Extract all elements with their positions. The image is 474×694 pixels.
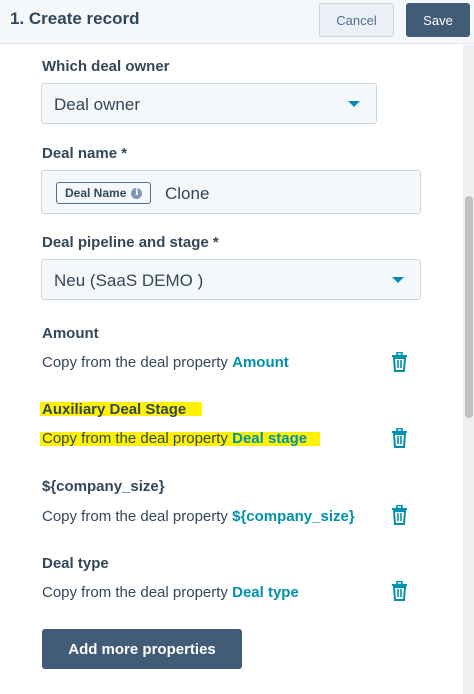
- token-label: Deal Name: [65, 186, 127, 200]
- trash-icon[interactable]: [391, 581, 408, 601]
- pipeline-label: Deal pipeline and stage *: [42, 234, 219, 251]
- save-button[interactable]: Save: [406, 3, 470, 37]
- panel-header: 1. Create record Cancel Save: [0, 0, 474, 44]
- property-label: Amount: [42, 325, 99, 342]
- scrollbar-thumb[interactable]: [465, 196, 473, 418]
- deal-owner-select[interactable]: Deal owner: [41, 83, 377, 124]
- property-source-link[interactable]: Deal stage: [232, 430, 307, 447]
- copy-prefix: Copy from the deal property: [42, 430, 228, 447]
- trash-icon[interactable]: [391, 352, 408, 372]
- deal-name-input[interactable]: Deal Name i Clone: [41, 170, 421, 214]
- caret-down-icon: [392, 277, 404, 283]
- copy-prefix: Copy from the deal property: [42, 508, 228, 525]
- info-icon[interactable]: i: [131, 187, 143, 199]
- add-more-properties-button[interactable]: Add more properties: [42, 629, 242, 669]
- copy-prefix: Copy from the deal property: [42, 584, 228, 601]
- property-copy-line: Copy from the deal property Deal stage: [42, 430, 307, 447]
- property-source-link[interactable]: Amount: [232, 354, 289, 371]
- copy-prefix: Copy from the deal property: [42, 354, 228, 371]
- property-label: Deal type: [42, 555, 109, 572]
- property-copy-line: Copy from the deal property Deal type: [42, 584, 299, 601]
- deal-name-label: Deal name *: [42, 145, 128, 162]
- deal-name-suffix: Clone: [165, 184, 210, 203]
- property-source-link[interactable]: Deal type: [232, 584, 299, 601]
- deal-owner-label: Which deal owner: [42, 58, 170, 75]
- property-label: ${company_size}: [42, 478, 165, 495]
- page-title: 1. Create record: [10, 9, 140, 28]
- deal-owner-value: Deal owner: [54, 95, 140, 114]
- trash-icon[interactable]: [391, 428, 408, 448]
- pipeline-select[interactable]: Neu (SaaS DEMO ): [41, 259, 421, 300]
- cancel-button[interactable]: Cancel: [319, 3, 394, 37]
- deal-name-token[interactable]: Deal Name i: [56, 182, 152, 204]
- property-source-link[interactable]: ${company_size}: [232, 508, 355, 525]
- property-copy-line: Copy from the deal property Amount: [42, 354, 289, 371]
- trash-icon[interactable]: [391, 505, 408, 525]
- property-label: Auxiliary Deal Stage: [42, 401, 187, 418]
- pipeline-value: Neu (SaaS DEMO ): [54, 271, 204, 290]
- caret-down-icon: [348, 101, 360, 107]
- property-copy-line: Copy from the deal property ${company_si…: [42, 508, 355, 525]
